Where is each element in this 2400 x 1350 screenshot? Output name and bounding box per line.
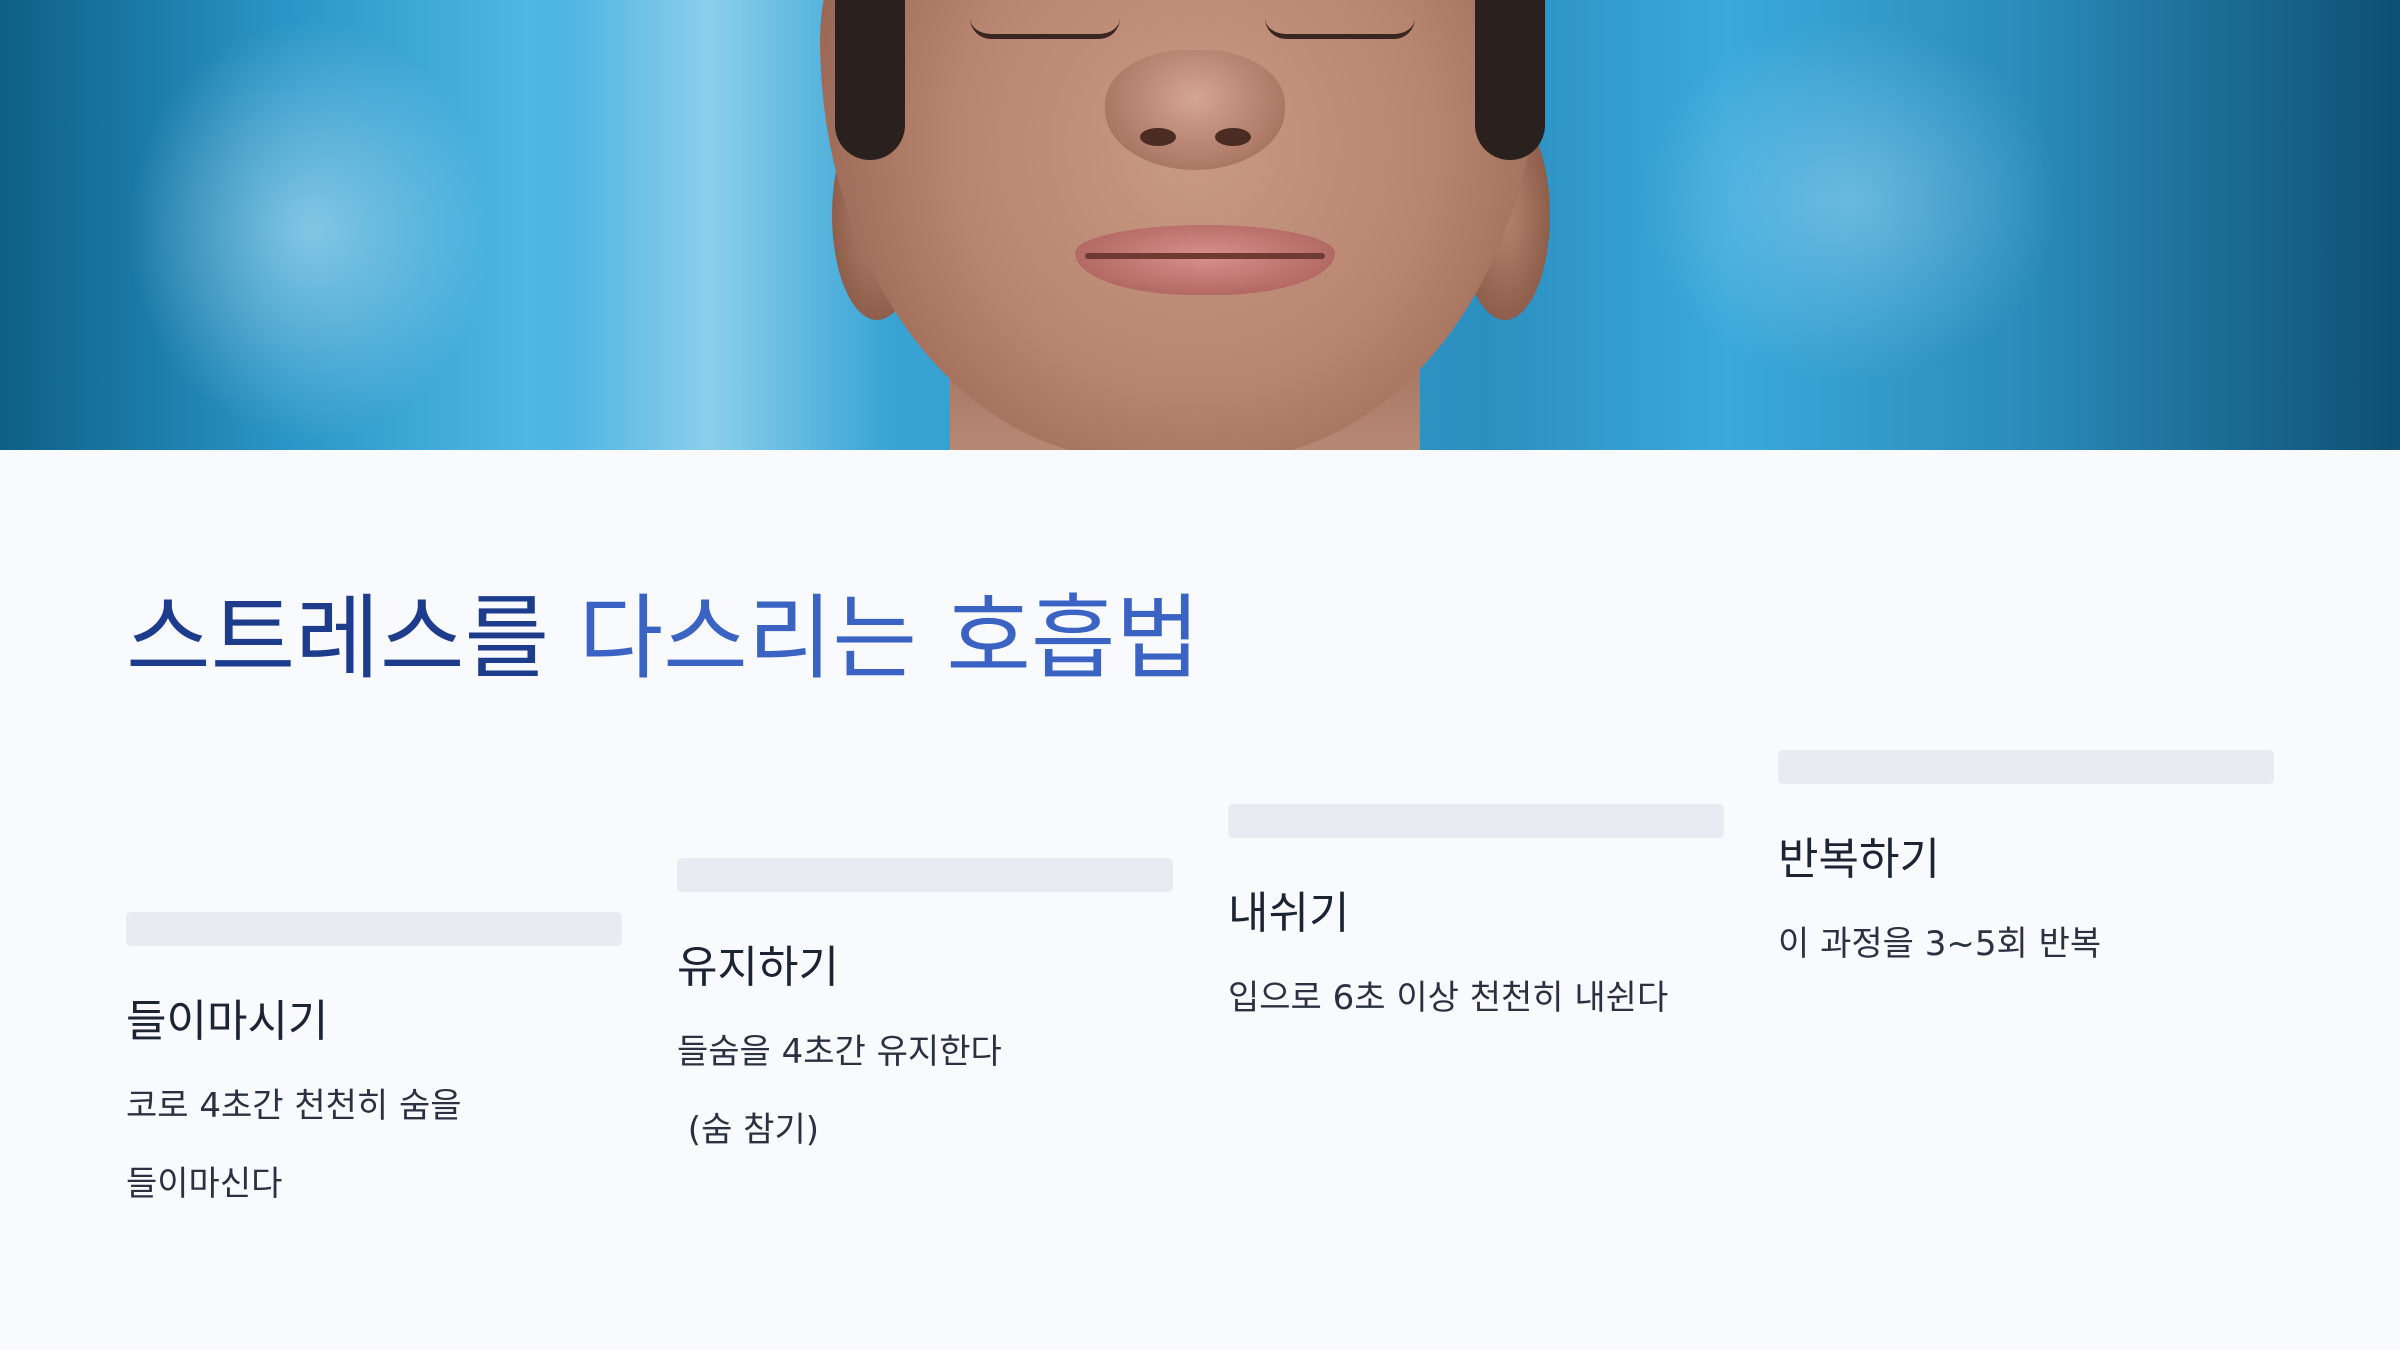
step-description: 코로 4초간 천천히 숨을 들이마신다 (126, 1067, 622, 1223)
hair-right (1475, 0, 1545, 160)
step-heading: 들이마시기 (126, 996, 329, 1047)
step-description-line: 들이마신다 (126, 1163, 283, 1204)
step-heading: 내쉬기 (1228, 888, 1350, 939)
step-description-line: 입으로 6초 이상 천천히 내쉰다 (1228, 977, 1669, 1018)
hero-photo (0, 0, 2400, 450)
step-inhale: 들이마시기 코로 4초간 천천히 숨을 들이마신다 (126, 912, 622, 1223)
step-bar (677, 858, 1173, 892)
step-description-line: 코로 4초간 천천히 숨을 (126, 1085, 462, 1126)
step-description-line: 이 과정을 3~5회 반복 (1778, 923, 2102, 964)
step-bar (1228, 804, 1724, 838)
step-bar (126, 912, 622, 946)
hair-left (835, 0, 905, 160)
title-part-1: 스트레스를 (126, 585, 579, 692)
step-hold: 유지하기 들숨을 4초간 유지한다 (숨 참기) (677, 858, 1173, 1169)
page-title: 스트레스를 다스리는 호흡법 (126, 588, 1200, 689)
closed-eye-left (970, 18, 1120, 39)
step-repeat: 반복하기 이 과정을 3~5회 반복 (1778, 750, 2274, 983)
step-description: 이 과정을 3~5회 반복 (1778, 905, 2274, 983)
step-description: 들숨을 4초간 유지한다 (숨 참기) (677, 1013, 1173, 1169)
nose (1105, 50, 1285, 170)
step-exhale: 내쉬기 입으로 6초 이상 천천히 내쉰다 (1228, 804, 1724, 1037)
nostril-left (1140, 128, 1176, 146)
step-description-line: 들숨을 4초간 유지한다 (677, 1031, 1002, 1072)
step-description-line: (숨 참기) (677, 1109, 819, 1150)
closed-eye-right (1265, 18, 1415, 39)
title-part-2: 다스리는 호흡법 (578, 585, 1201, 692)
nostril-right (1215, 128, 1251, 146)
step-heading: 반복하기 (1778, 834, 1940, 885)
step-bar (1778, 750, 2274, 784)
step-heading: 유지하기 (677, 942, 839, 993)
step-description: 입으로 6초 이상 천천히 내쉰다 (1228, 959, 1724, 1037)
